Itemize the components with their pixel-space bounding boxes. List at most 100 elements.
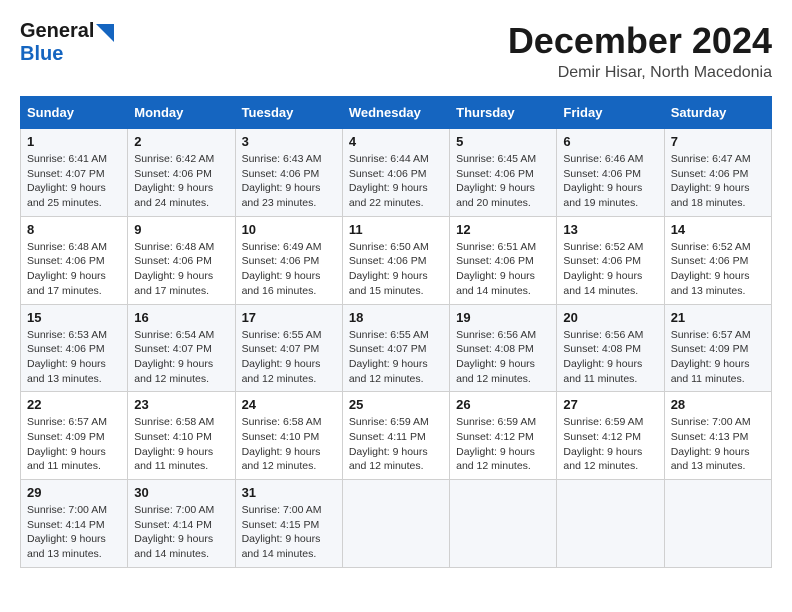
- day-info: Sunrise: 6:42 AMSunset: 4:06 PMDaylight:…: [134, 152, 228, 211]
- day-info: Sunrise: 6:48 AMSunset: 4:06 PMDaylight:…: [27, 240, 121, 299]
- week-row: 1 Sunrise: 6:41 AMSunset: 4:07 PMDaylight…: [21, 129, 772, 217]
- day-info: Sunrise: 7:00 AMSunset: 4:14 PMDaylight:…: [134, 503, 228, 562]
- day-number: 15: [27, 310, 121, 325]
- calendar-cell: 23Sunrise: 6:58 AMSunset: 4:10 PMDayligh…: [128, 392, 235, 480]
- header: General Blue December 2024 Demir Hisar, …: [20, 20, 772, 82]
- calendar-cell: 17 Sunrise: 6:55 AMSunset: 4:07 PMDayligh…: [235, 304, 342, 392]
- day-number: 14: [671, 222, 765, 237]
- calendar-cell: 5 Sunrise: 6:45 AMSunset: 4:06 PMDaylight…: [450, 129, 557, 217]
- day-info: Sunrise: 6:52 AMSunset: 4:06 PMDaylight:…: [671, 240, 765, 299]
- day-number: 1: [27, 134, 121, 149]
- calendar-cell: 11 Sunrise: 6:50 AMSunset: 4:06 PMDayligh…: [342, 216, 449, 304]
- day-number: 28: [671, 397, 765, 412]
- day-info: Sunrise: 6:57 AMSunset: 4:09 PMDaylight:…: [671, 328, 765, 387]
- day-info: Sunrise: 6:54 AMSunset: 4:07 PMDaylight:…: [134, 328, 228, 387]
- day-number: 24: [242, 397, 336, 412]
- logo-text: General Blue: [20, 20, 114, 66]
- day-number: 18: [349, 310, 443, 325]
- calendar-cell: 29 Sunrise: 7:00 AMSunset: 4:14 PMDayligh…: [21, 480, 128, 568]
- calendar-cell: 8 Sunrise: 6:48 AMSunset: 4:06 PMDaylight…: [21, 216, 128, 304]
- day-number: 13: [563, 222, 657, 237]
- calendar-cell: 13Sunrise: 6:52 AMSunset: 4:06 PMDayligh…: [557, 216, 664, 304]
- col-header-wednesday: Wednesday: [342, 97, 449, 129]
- col-header-sunday: Sunday: [21, 97, 128, 129]
- day-info: Sunrise: 6:55 AMSunset: 4:07 PMDaylight:…: [349, 328, 443, 387]
- day-info: Sunrise: 6:49 AMSunset: 4:06 PMDaylight:…: [242, 240, 336, 299]
- title-area: December 2024 Demir Hisar, North Macedon…: [508, 20, 772, 82]
- day-info: Sunrise: 7:00 AMSunset: 4:14 PMDaylight:…: [27, 503, 121, 562]
- day-info: Sunrise: 6:55 AMSunset: 4:07 PMDaylight:…: [242, 328, 336, 387]
- day-info: Sunrise: 6:58 AMSunset: 4:10 PMDaylight:…: [242, 415, 336, 474]
- day-info: Sunrise: 7:00 AMSunset: 4:15 PMDaylight:…: [242, 503, 336, 562]
- day-info: Sunrise: 6:43 AMSunset: 4:06 PMDaylight:…: [242, 152, 336, 211]
- day-number: 4: [349, 134, 443, 149]
- day-number: 8: [27, 222, 121, 237]
- day-number: 6: [563, 134, 657, 149]
- day-info: Sunrise: 6:59 AMSunset: 4:12 PMDaylight:…: [563, 415, 657, 474]
- calendar-cell: 31 Sunrise: 7:00 AMSunset: 4:15 PMDayligh…: [235, 480, 342, 568]
- day-info: Sunrise: 6:56 AMSunset: 4:08 PMDaylight:…: [563, 328, 657, 387]
- calendar-cell: 7 Sunrise: 6:47 AMSunset: 4:06 PMDaylight…: [664, 129, 771, 217]
- calendar-cell: 28Sunrise: 7:00 AMSunset: 4:13 PMDayligh…: [664, 392, 771, 480]
- day-number: 31: [242, 485, 336, 500]
- day-number: 7: [671, 134, 765, 149]
- day-info: Sunrise: 6:41 AMSunset: 4:07 PMDaylight:…: [27, 152, 121, 211]
- calendar-cell: 25Sunrise: 6:59 AMSunset: 4:11 PMDayligh…: [342, 392, 449, 480]
- week-row: 8 Sunrise: 6:48 AMSunset: 4:06 PMDaylight…: [21, 216, 772, 304]
- day-info: Sunrise: 6:46 AMSunset: 4:06 PMDaylight:…: [563, 152, 657, 211]
- day-number: 2: [134, 134, 228, 149]
- day-info: Sunrise: 6:51 AMSunset: 4:06 PMDaylight:…: [456, 240, 550, 299]
- day-number: 27: [563, 397, 657, 412]
- calendar-cell: 18 Sunrise: 6:55 AMSunset: 4:07 PMDayligh…: [342, 304, 449, 392]
- day-number: 17: [242, 310, 336, 325]
- logo: General Blue: [20, 20, 114, 66]
- header-row: SundayMondayTuesdayWednesdayThursdayFrid…: [21, 97, 772, 129]
- logo-blue: Blue: [20, 43, 63, 65]
- month-title: December 2024: [508, 20, 772, 62]
- day-number: 26: [456, 397, 550, 412]
- day-number: 3: [242, 134, 336, 149]
- calendar-cell: 4 Sunrise: 6:44 AMSunset: 4:06 PMDaylight…: [342, 129, 449, 217]
- day-info: Sunrise: 6:53 AMSunset: 4:06 PMDaylight:…: [27, 328, 121, 387]
- week-row: 22 Sunrise: 6:57 AMSunset: 4:09 PMDayligh…: [21, 392, 772, 480]
- logo-triangle-icon: [96, 24, 114, 42]
- location-title: Demir Hisar, North Macedonia: [508, 64, 772, 82]
- calendar-cell: 30 Sunrise: 7:00 AMSunset: 4:14 PMDayligh…: [128, 480, 235, 568]
- day-number: 30: [134, 485, 228, 500]
- day-number: 22: [27, 397, 121, 412]
- day-info: Sunrise: 6:58 AMSunset: 4:10 PMDaylight:…: [134, 415, 228, 474]
- col-header-thursday: Thursday: [450, 97, 557, 129]
- calendar-cell: 2 Sunrise: 6:42 AMSunset: 4:06 PMDaylight…: [128, 129, 235, 217]
- calendar-cell: 16 Sunrise: 6:54 AMSunset: 4:07 PMDayligh…: [128, 304, 235, 392]
- col-header-tuesday: Tuesday: [235, 97, 342, 129]
- day-number: 29: [27, 485, 121, 500]
- calendar-cell: [342, 480, 449, 568]
- day-info: Sunrise: 6:57 AMSunset: 4:09 PMDaylight:…: [27, 415, 121, 474]
- day-number: 5: [456, 134, 550, 149]
- day-number: 16: [134, 310, 228, 325]
- calendar-cell: 6 Sunrise: 6:46 AMSunset: 4:06 PMDaylight…: [557, 129, 664, 217]
- week-row: 29 Sunrise: 7:00 AMSunset: 4:14 PMDayligh…: [21, 480, 772, 568]
- calendar-cell: [450, 480, 557, 568]
- col-header-friday: Friday: [557, 97, 664, 129]
- day-number: 25: [349, 397, 443, 412]
- col-header-monday: Monday: [128, 97, 235, 129]
- col-header-saturday: Saturday: [664, 97, 771, 129]
- calendar-cell: 10Sunrise: 6:49 AMSunset: 4:06 PMDayligh…: [235, 216, 342, 304]
- day-info: Sunrise: 6:44 AMSunset: 4:06 PMDaylight:…: [349, 152, 443, 211]
- calendar-cell: 21Sunrise: 6:57 AMSunset: 4:09 PMDayligh…: [664, 304, 771, 392]
- day-info: Sunrise: 6:45 AMSunset: 4:06 PMDaylight:…: [456, 152, 550, 211]
- calendar-cell: 12Sunrise: 6:51 AMSunset: 4:06 PMDayligh…: [450, 216, 557, 304]
- day-info: Sunrise: 6:56 AMSunset: 4:08 PMDaylight:…: [456, 328, 550, 387]
- calendar-cell: 24 Sunrise: 6:58 AMSunset: 4:10 PMDayligh…: [235, 392, 342, 480]
- logo-general: General: [20, 20, 94, 42]
- calendar-cell: [557, 480, 664, 568]
- calendar-cell: 3 Sunrise: 6:43 AMSunset: 4:06 PMDaylight…: [235, 129, 342, 217]
- calendar-cell: 9Sunrise: 6:48 AMSunset: 4:06 PMDaylight…: [128, 216, 235, 304]
- day-info: Sunrise: 6:50 AMSunset: 4:06 PMDaylight:…: [349, 240, 443, 299]
- day-number: 20: [563, 310, 657, 325]
- calendar-cell: 20 Sunrise: 6:56 AMSunset: 4:08 PMDayligh…: [557, 304, 664, 392]
- day-number: 11: [349, 222, 443, 237]
- calendar-table: SundayMondayTuesdayWednesdayThursdayFrid…: [20, 96, 772, 568]
- day-info: Sunrise: 6:47 AMSunset: 4:06 PMDaylight:…: [671, 152, 765, 211]
